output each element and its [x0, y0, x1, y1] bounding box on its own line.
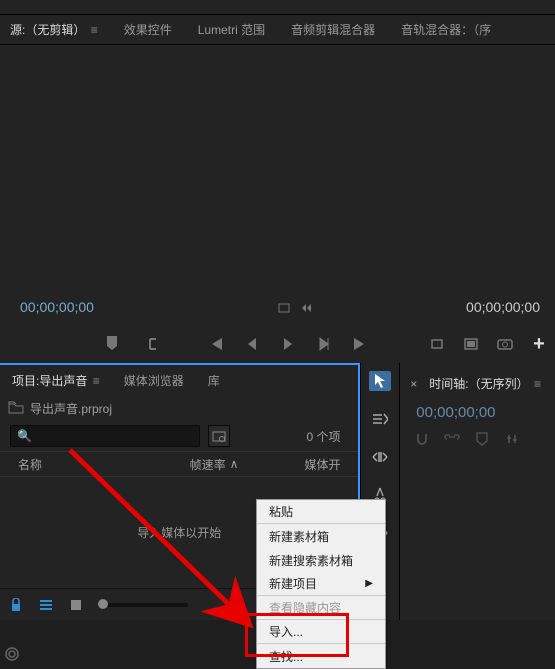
filter-bin-button[interactable] [208, 425, 230, 447]
search-icon: 🔍 [17, 429, 32, 443]
menu-new-bin[interactable]: 新建素材箱 [257, 524, 385, 548]
tab-timeline-label: 时间轴:（无序列） [429, 377, 528, 391]
sort-arrow-icon: ∧ [230, 457, 239, 471]
source-panel-tabs: 源:（无剪辑） ≡ 效果控件 Lumetri 范围 音频剪辑混合器 音轨混合器：… [0, 15, 555, 45]
tab-menu-icon[interactable]: ≡ [93, 374, 100, 388]
menu-new-item[interactable]: 新建项目 ▶ [257, 572, 385, 596]
items-count: 0 个项 [306, 428, 348, 445]
settings-icon[interactable] [504, 431, 520, 447]
step-icon[interactable] [302, 303, 314, 313]
tab-source-label: 源:（无剪辑） [10, 23, 85, 37]
timecode-current[interactable]: 00;00;00;00 [20, 299, 94, 315]
tab-source[interactable]: 源:（无剪辑） ≡ [6, 15, 102, 44]
snap-icon[interactable] [414, 431, 430, 447]
fit-icon[interactable] [278, 303, 290, 313]
tab-media-browser[interactable]: 媒体浏览器 [120, 366, 188, 395]
tab-audio-track-mixer[interactable]: 音轨混合器：（序 [397, 15, 495, 44]
menubar-spacer [0, 0, 555, 15]
timeline-panel: × 时间轴:（无序列） ≡ 00;00;00;00 [400, 363, 555, 620]
project-filename: 导出声音.prproj [30, 400, 112, 417]
tab-project-label: 项目:导出声音 [12, 374, 87, 388]
project-search-row: 🔍 0 个项 [0, 421, 358, 451]
goto-out-icon[interactable] [352, 336, 368, 352]
step-back-icon[interactable] [244, 336, 260, 352]
marker-icon[interactable] [104, 336, 120, 352]
context-menu: 粘贴 新建素材箱 新建搜索素材箱 新建项目 ▶ 查看隐藏内容 导入... 查找.… [256, 499, 386, 669]
project-folder-icon [8, 401, 24, 415]
submenu-arrow-icon: ▶ [365, 578, 373, 589]
tab-effect-controls[interactable]: 效果控件 [120, 15, 176, 44]
col-name[interactable]: 名称 [18, 456, 140, 473]
play-icon[interactable] [280, 336, 296, 352]
linked-icon[interactable] [444, 431, 460, 447]
tab-menu-icon[interactable]: ≡ [534, 377, 541, 391]
cc-status-icon[interactable] [4, 646, 20, 665]
timecode-duration: 00;00;00;00 [466, 299, 540, 315]
import-hint: 导入媒体以开始 [137, 524, 221, 541]
track-select-tool[interactable] [369, 409, 391, 429]
menu-import[interactable]: 导入... [257, 620, 385, 644]
selection-tool[interactable] [369, 371, 391, 391]
export-frame-icon[interactable] [497, 336, 513, 352]
insert-icon[interactable] [429, 336, 445, 352]
timeline-timecode[interactable]: 00;00;00;00 [416, 404, 545, 421]
menu-show-hidden: 查看隐藏内容 [257, 596, 385, 620]
menu-paste[interactable]: 粘贴 [257, 500, 385, 524]
project-panel-tabs: 项目:导出声音 ≡ 媒体浏览器 库 [0, 365, 358, 395]
tab-timeline[interactable]: 时间轴:（无序列） ≡ [425, 369, 545, 398]
close-icon[interactable]: × [410, 377, 417, 391]
step-fwd-icon[interactable] [316, 336, 332, 352]
col-media-start[interactable]: 媒体开 [288, 456, 340, 473]
overwrite-icon[interactable] [463, 336, 479, 352]
list-view-icon[interactable] [38, 597, 54, 613]
list-view-lock-icon[interactable] [8, 597, 24, 613]
tab-project[interactable]: 项目:导出声音 ≡ [8, 366, 104, 395]
menu-new-search-bin[interactable]: 新建搜索素材箱 [257, 548, 385, 572]
thumbnail-size-slider[interactable] [98, 603, 188, 607]
menu-find[interactable]: 查找... [257, 644, 385, 668]
menu-new-item-label: 新建项目 [269, 575, 317, 592]
tab-audio-clip-mixer[interactable]: 音频剪辑混合器 [287, 15, 379, 44]
tab-menu-icon[interactable]: ≡ [91, 23, 98, 37]
search-input[interactable]: 🔍 [10, 425, 200, 447]
source-monitor: 00;00;00;00 00;00;00;00 [0, 45, 555, 325]
add-button[interactable]: + [531, 336, 547, 352]
marker-add-icon[interactable] [474, 431, 490, 447]
tab-library[interactable]: 库 [204, 366, 224, 395]
ripple-edit-tool[interactable] [369, 447, 391, 467]
transport-bar: + [0, 325, 555, 363]
tab-lumetri[interactable]: Lumetri 范围 [194, 15, 269, 44]
in-out-icon[interactable] [146, 336, 162, 352]
col-framerate[interactable]: 帧速率 ∧ [190, 456, 239, 473]
col-framerate-label: 帧速率 [190, 456, 226, 473]
project-info-row: 导出声音.prproj [0, 395, 358, 421]
icon-view-icon[interactable] [68, 597, 84, 613]
project-columns: 名称 帧速率 ∧ 媒体开 [0, 451, 358, 477]
goto-in-icon[interactable] [208, 336, 224, 352]
monitor-small-controls [278, 303, 314, 313]
